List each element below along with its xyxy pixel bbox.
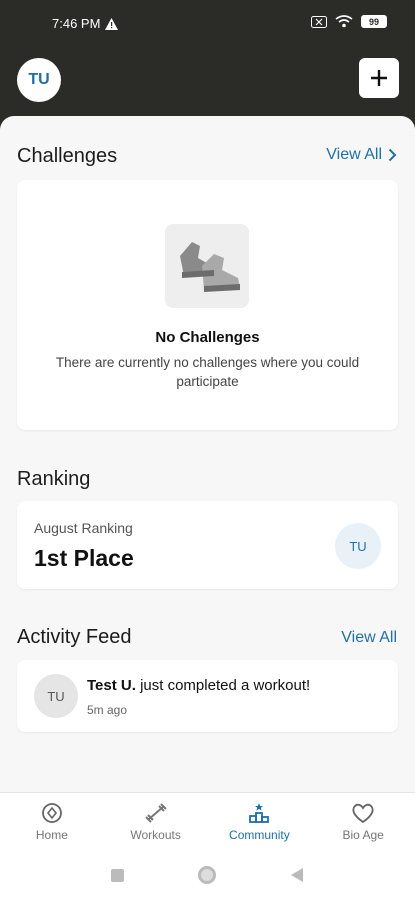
nav-item-home[interactable]: Home (0, 793, 104, 850)
status-bar: 7:46 PM 99 (0, 0, 415, 44)
status-time: 7:46 PM (52, 16, 101, 31)
profile-avatar-initials: TU (28, 71, 50, 88)
ranking-avatar-initials: TU (349, 538, 367, 554)
challenges-view-all-link[interactable]: View All (326, 146, 397, 164)
feed-avatar: TU (34, 674, 78, 718)
challenges-view-all-label: View All (326, 146, 382, 163)
chevron-right-icon (388, 148, 397, 162)
nav-item-workouts[interactable]: Workouts (104, 793, 208, 850)
battery-icon: 99 (361, 15, 387, 28)
warning-icon (105, 17, 119, 30)
feed-text: Test U. just completed a workout! (87, 677, 310, 694)
empty-illustration (165, 224, 249, 308)
nav-label-community: Community (229, 827, 290, 842)
back-button[interactable] (290, 867, 304, 883)
heart-icon (352, 803, 374, 823)
ranking-card[interactable]: August Ranking 1st Place TU (17, 501, 398, 589)
home-target-icon (41, 802, 62, 823)
ranking-label: August Ranking (34, 520, 133, 536)
plus-icon (371, 70, 387, 86)
feed-avatar-initials: TU (47, 688, 65, 704)
nav-item-bio-age[interactable]: Bio Age (311, 793, 415, 850)
challenges-title: Challenges (17, 145, 118, 167)
activity-feed-title: Activity Feed (17, 626, 132, 648)
feed-user: Test U. (87, 677, 136, 694)
ranking-title: Ranking (17, 468, 91, 490)
empty-title: No Challenges (155, 329, 260, 346)
community-podium-icon (249, 802, 270, 823)
nav-item-community[interactable]: Community (208, 793, 312, 850)
feed-time: 5m ago (87, 703, 128, 717)
content-sheet: Challenges View All No Challenges There … (0, 116, 415, 792)
battery-level: 99 (368, 16, 379, 27)
home-button[interactable] (198, 866, 216, 884)
add-button[interactable] (359, 58, 399, 98)
ranking-avatar: TU (335, 523, 381, 569)
nav-label-home: Home (35, 827, 68, 842)
system-nav-bar (0, 850, 415, 900)
sim-icon (311, 15, 327, 28)
feed-item[interactable]: TU Test U. just completed a workout! 5m … (17, 660, 398, 732)
status-time-group: 7:46 PM (52, 16, 119, 31)
bottom-nav: Home Workouts Community Bio Age (0, 792, 415, 850)
ranking-value: 1st Place (34, 545, 134, 571)
empty-description: There are currently no challenges where … (55, 355, 360, 389)
app-header: TU (0, 44, 415, 116)
feed-view-all-label: View All (341, 629, 397, 646)
sneakers-icon (180, 242, 240, 292)
recents-button[interactable] (111, 868, 124, 882)
challenges-empty-card: No Challenges There are currently no cha… (17, 180, 398, 430)
status-icons: 99 (311, 15, 387, 28)
nav-label-bio-age: Bio Age (342, 827, 384, 842)
feed-view-all-link[interactable]: View All (341, 629, 397, 647)
feed-action: just completed a workout! (135, 677, 311, 694)
nav-label-workouts: Workouts (130, 827, 181, 842)
profile-avatar[interactable]: TU (17, 58, 61, 102)
dumbbell-icon (144, 802, 167, 823)
wifi-icon (335, 15, 353, 28)
